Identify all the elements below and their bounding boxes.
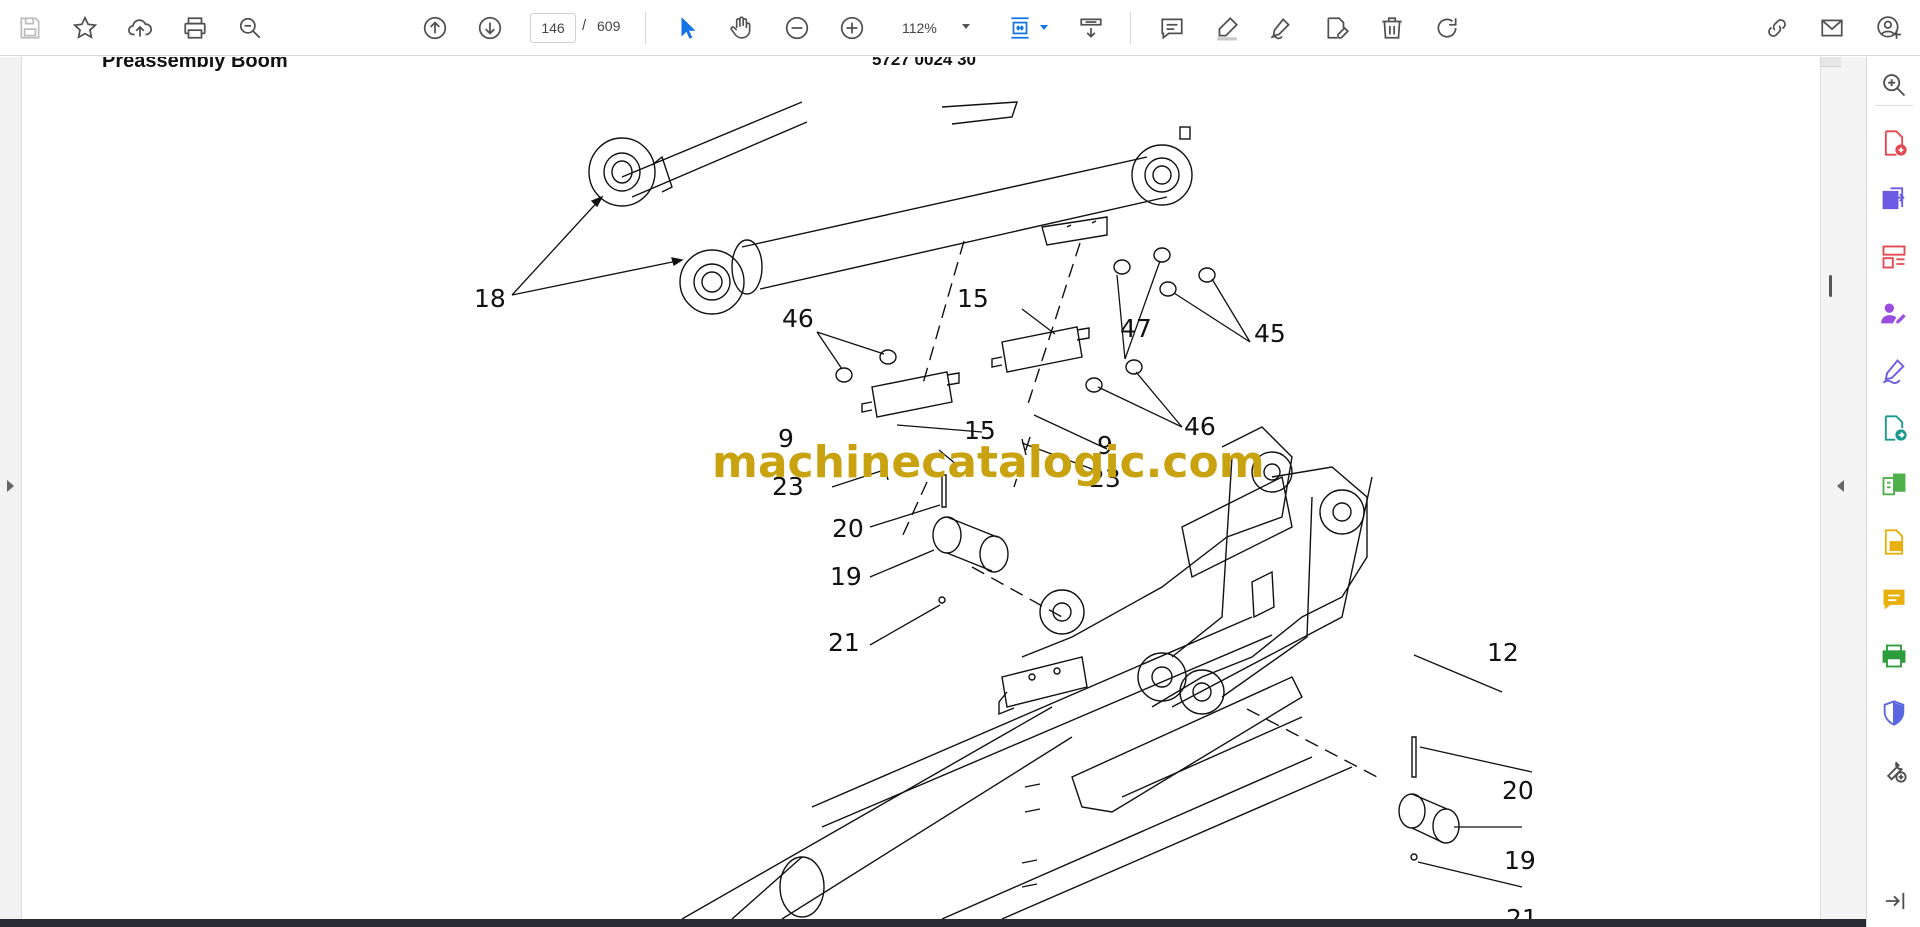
bookmark-star-icon[interactable] bbox=[68, 11, 102, 45]
fill-sign-icon[interactable] bbox=[1878, 355, 1910, 387]
next-page-icon[interactable] bbox=[473, 11, 507, 45]
taskbar-edge bbox=[0, 919, 1866, 927]
callout-label: 19 bbox=[1504, 846, 1536, 875]
exploded-parts-diagram: 18 46 15 47 45 46 9 15 9 23 23 20 19 21 … bbox=[474, 101, 1538, 919]
highlight-pen-icon[interactable] bbox=[1210, 11, 1244, 45]
zoom-in-icon[interactable] bbox=[835, 11, 869, 45]
watermark-text: machinecatalogic.com bbox=[712, 437, 1265, 488]
document-viewport[interactable]: Preassembly Boom 5727 0024 30 18 46 15 4… bbox=[0, 57, 1866, 919]
print-icon[interactable] bbox=[178, 11, 212, 45]
email-icon[interactable] bbox=[1815, 11, 1849, 45]
callout-label: 21 bbox=[1506, 904, 1538, 919]
delete-trash-icon[interactable] bbox=[1375, 11, 1409, 45]
top-toolbar: 146 / 609 112% bbox=[0, 0, 1920, 56]
hand-tool-icon[interactable] bbox=[724, 11, 758, 45]
create-pdf-icon[interactable] bbox=[1878, 127, 1910, 159]
callout-label: 19 bbox=[830, 562, 862, 591]
scroll-mode-icon[interactable] bbox=[1074, 11, 1108, 45]
expand-left-panel-icon[interactable] bbox=[7, 480, 14, 492]
callout-label: 46 bbox=[782, 304, 814, 333]
rotate-icon[interactable] bbox=[1430, 11, 1464, 45]
zoom-dropdown-caret-icon[interactable] bbox=[962, 24, 970, 29]
compare-files-icon[interactable] bbox=[1878, 469, 1910, 501]
edit-pdf-icon[interactable] bbox=[1878, 412, 1910, 444]
save-icon[interactable] bbox=[13, 11, 47, 45]
fit-dropdown-caret-icon[interactable] bbox=[1040, 25, 1048, 30]
toolbar-divider bbox=[1130, 12, 1131, 44]
total-pages: 609 bbox=[597, 18, 621, 34]
print-production-icon[interactable] bbox=[1878, 640, 1910, 672]
callout-label: 47 bbox=[1120, 314, 1152, 343]
toolbar-divider bbox=[645, 12, 646, 44]
callout-label: 20 bbox=[832, 514, 864, 543]
export-doc-icon[interactable] bbox=[1878, 526, 1910, 558]
page-separator: / bbox=[582, 17, 587, 34]
share-link-icon[interactable] bbox=[1760, 11, 1794, 45]
comment-icon[interactable] bbox=[1155, 11, 1189, 45]
protect-icon[interactable] bbox=[1878, 697, 1910, 729]
comment-icon[interactable] bbox=[1878, 583, 1910, 615]
callout-label: 15 bbox=[957, 284, 989, 313]
zoom-out-icon[interactable] bbox=[780, 11, 814, 45]
callout-labels: 18 46 15 47 45 46 9 15 9 23 23 20 19 21 … bbox=[474, 284, 1538, 919]
collapse-right-panel-icon[interactable] bbox=[1837, 480, 1844, 492]
scrollbar-thumb[interactable] bbox=[1829, 275, 1832, 297]
scrollbar-top[interactable] bbox=[1821, 57, 1841, 67]
callout-label: 21 bbox=[828, 628, 860, 657]
draw-signature-icon[interactable] bbox=[1264, 11, 1298, 45]
callout-label: 45 bbox=[1254, 319, 1286, 348]
more-tools-icon[interactable] bbox=[1878, 754, 1910, 786]
export-pdf-icon[interactable] bbox=[1878, 184, 1910, 216]
fit-page-icon[interactable] bbox=[1003, 11, 1037, 45]
select-cursor-icon[interactable] bbox=[671, 11, 705, 45]
search-zoom-icon[interactable] bbox=[233, 11, 267, 45]
previous-page-icon[interactable] bbox=[418, 11, 452, 45]
pdf-page: Preassembly Boom 5727 0024 30 18 46 15 4… bbox=[22, 57, 1820, 919]
upload-cloud-icon[interactable] bbox=[123, 11, 157, 45]
callout-label: 20 bbox=[1502, 776, 1534, 805]
collapse-panel-icon[interactable] bbox=[1878, 885, 1910, 917]
sidebar-divider bbox=[1875, 105, 1913, 106]
tools-sidebar bbox=[1866, 57, 1920, 927]
left-panel-gutter bbox=[0, 57, 22, 919]
add-user-icon[interactable] bbox=[1872, 11, 1906, 45]
callout-label: 18 bbox=[474, 284, 506, 313]
edit-text-icon[interactable] bbox=[1320, 11, 1354, 45]
page-number-input[interactable]: 146 bbox=[530, 13, 576, 43]
callout-label: 12 bbox=[1487, 638, 1519, 667]
organize-pages-icon[interactable] bbox=[1878, 241, 1910, 273]
zoom-in-icon[interactable] bbox=[1878, 69, 1910, 101]
right-scrollbar-gutter[interactable] bbox=[1820, 57, 1866, 919]
request-signatures-icon[interactable] bbox=[1878, 298, 1910, 330]
